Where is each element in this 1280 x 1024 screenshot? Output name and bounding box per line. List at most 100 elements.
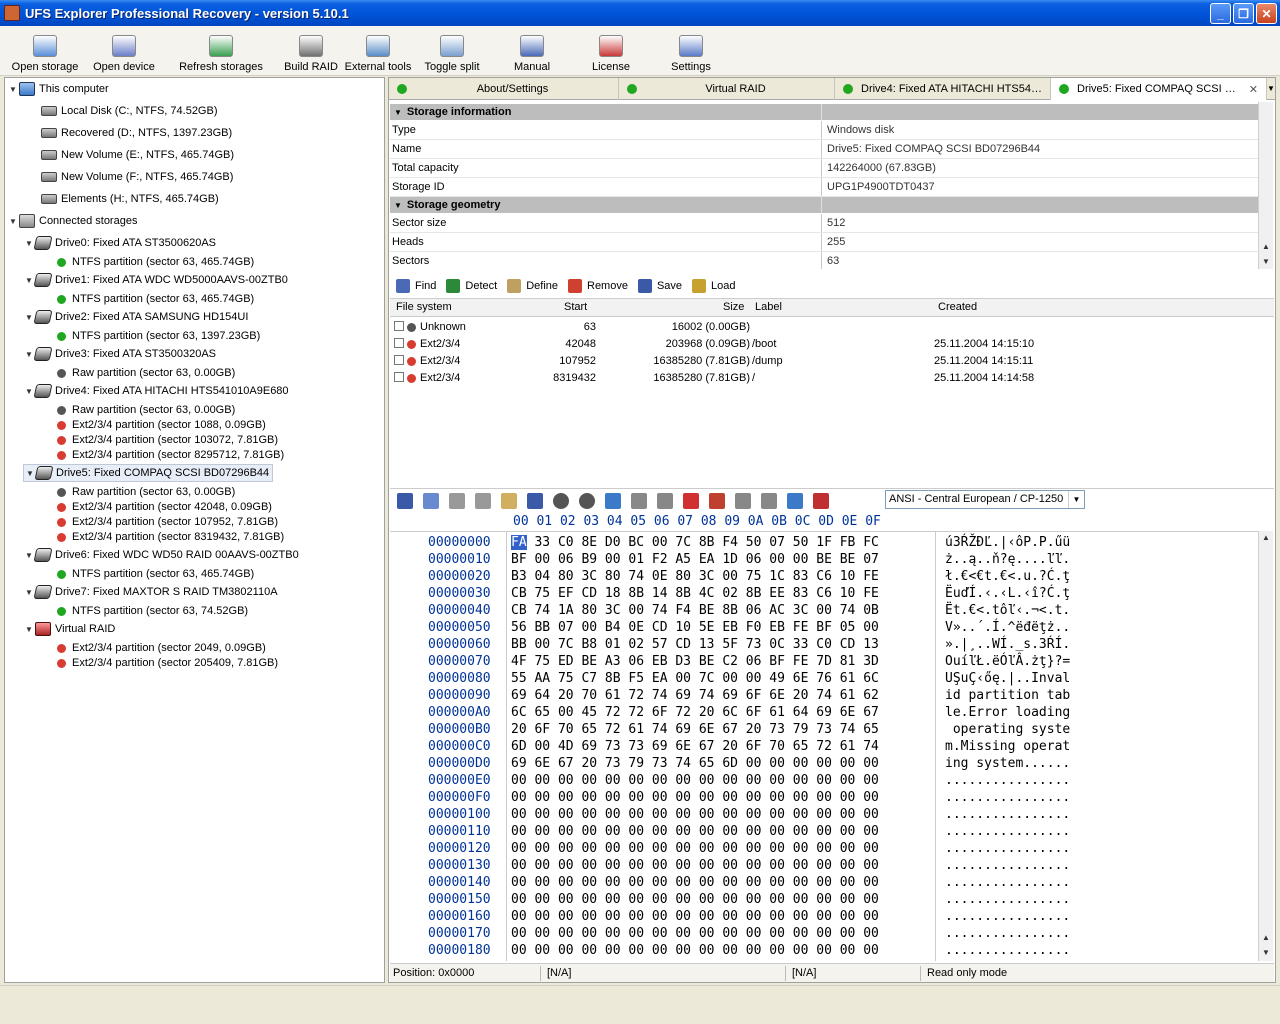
save-icon[interactable] [397,492,413,509]
encoding-select[interactable]: ANSI - Central European / CP-1250 ▼ [885,490,1085,509]
toolbar-button-license[interactable]: License [572,26,650,76]
scroll-up-icon[interactable]: ▲ [1259,931,1273,945]
tab-close-icon[interactable]: ✕ [1249,83,1258,96]
find-icon[interactable] [527,492,543,509]
tree-drive[interactable]: ▼ Drive6: Fixed WDC WD50 RAID 00AAVS-00ZT… [23,546,299,564]
save-button[interactable]: Save [637,279,682,293]
scroll-down-icon[interactable]: ▼ [1259,255,1273,269]
property-row[interactable]: Storage ID UPG1P4900TDT0437 [390,178,1258,197]
tree-volume[interactable]: New Volume (E:, NTFS, 465.74GB) [41,146,234,164]
tree-drive[interactable]: ▼ Drive7: Fixed MAXTOR S RAID TM3802110A [23,583,278,601]
expand-toggle-icon[interactable]: ▼ [23,625,35,634]
collapse-icon[interactable]: ▼ [394,201,402,210]
tree-partition[interactable]: NTFS partition (sector 63, 465.74GB) [57,290,254,308]
toolbar-button-open-device[interactable]: Open device [84,26,164,76]
property-row[interactable]: Name Drive5: Fixed COMPAQ SCSI BD07296B44 [390,140,1258,159]
property-row[interactable]: Total capacity 142264000 (67.83GB) [390,159,1258,178]
col-start[interactable]: Start [564,301,587,313]
find-button[interactable]: Find [396,279,436,293]
hex-view[interactable]: 00000000 FA 33 C0 8E D0 BC 00 7C 8B F4 50… [390,531,1258,961]
partition-checkbox[interactable] [394,338,404,348]
detect-button[interactable]: Detect [446,279,497,293]
sync-icon[interactable] [787,492,803,509]
col-created[interactable]: Created [938,301,977,313]
tree-drive[interactable]: ▼ Drive1: Fixed ATA WDC WD5000AAVS-00ZTB0 [23,271,288,289]
col-size[interactable]: Size [723,301,744,313]
load-button[interactable]: Load [692,279,736,293]
select-all-icon[interactable] [423,492,439,509]
scroll-up-icon[interactable]: ▲ [1259,240,1273,254]
forward-icon[interactable] [579,492,595,509]
tree-this-computer[interactable]: ▼ This computer [7,80,109,98]
prev-block-icon[interactable] [631,492,647,509]
define-button[interactable]: Define [507,279,558,293]
partition-checkbox[interactable] [394,355,404,365]
flag-icon[interactable] [683,492,699,509]
storage-geometry-group[interactable]: ▼ Storage geometry [390,197,1258,213]
property-row[interactable]: Type Windows disk [390,121,1258,140]
col-label[interactable]: Label [755,301,782,313]
property-row[interactable]: Heads 255 [390,233,1258,252]
tree-drive[interactable]: ▼ Drive4: Fixed ATA HITACHI HTS541010A9E6… [23,382,289,400]
properties-scrollbar[interactable]: ▲ ▼ [1258,102,1273,269]
partition-checkbox[interactable] [394,372,404,382]
property-row[interactable]: Sector size 512 [390,214,1258,233]
hex-cursor[interactable]: FA [511,535,527,550]
next-block-icon[interactable] [657,492,673,509]
toolbar-button-refresh-storages[interactable]: Refresh storages [164,26,278,76]
tab-0[interactable]: About/Settings [389,78,619,100]
edit-icon[interactable] [813,492,829,509]
copy-icon[interactable] [449,492,465,509]
scroll-up-icon[interactable]: ▲ [1259,531,1273,545]
tree-drive[interactable]: ▼ Virtual RAID [23,620,115,638]
tree-drive[interactable]: ▼ Drive2: Fixed ATA SAMSUNG HD154UI [23,308,248,326]
toolbar-button-open-storage[interactable]: Open storage [6,26,84,76]
storage-information-group[interactable]: ▼ Storage information [390,104,1258,120]
tree-connected-storages[interactable]: ▼ Connected storages [7,212,137,230]
remove-button[interactable]: Remove [568,279,628,293]
tab-3[interactable]: Drive5: Fixed COMPAQ SCSI BD... ✕ [1051,78,1267,100]
tree-volume[interactable]: Recovered (D:, NTFS, 1397.23GB) [41,124,232,142]
close-button[interactable]: ✕ [1256,3,1277,24]
tree-partition[interactable]: NTFS partition (sector 63, 1397.23GB) [57,327,260,345]
tree-drive[interactable]: ▼ Drive0: Fixed ATA ST3500620AS [23,234,216,252]
restore-button[interactable]: ❐ [1233,3,1254,24]
tree-partition[interactable]: NTFS partition (sector 63, 465.74GB) [57,565,254,583]
partition-row[interactable]: Ext2/3/4 107952 16385280 (7.81GB)/dump 25.1… [390,353,1274,370]
toolbar-button-manual[interactable]: Manual [492,26,572,76]
expand-toggle-icon[interactable]: ▼ [7,85,19,94]
partition-row[interactable]: Ext2/3/4 8319432 16385280 (7.81GB)/ 25.11.2… [390,370,1274,387]
collapse-icon[interactable]: ▼ [394,108,402,117]
hex-scrollbar[interactable]: ▲ ▲ ▼ [1258,531,1273,961]
tree-partition[interactable]: Ext2/3/4 partition (sector 205409, 7.81G… [57,654,278,672]
partition-checkbox[interactable] [394,321,404,331]
chevron-down-icon[interactable]: ▼ [1068,491,1084,508]
tree-volume[interactable]: Local Disk (C:, NTFS, 74.52GB) [41,102,218,120]
next-sector-icon[interactable] [761,492,777,509]
expand-toggle-icon[interactable]: ▼ [7,217,19,226]
tree-partition[interactable]: Ext2/3/4 partition (sector 8319432, 7.81… [57,528,284,546]
paste-icon[interactable] [501,492,517,509]
tree-drive[interactable]: ▼ Drive5: Fixed COMPAQ SCSI BD07296B44 [23,464,274,482]
tab-menu-icon[interactable]: ▼ [1267,78,1275,99]
back-icon[interactable] [553,492,569,509]
toolbar-button-settings[interactable]: Settings [650,26,732,76]
tree-partition[interactable]: NTFS partition (sector 63, 74.52GB) [57,602,248,620]
scroll-down-icon[interactable]: ▼ [1259,946,1273,960]
partition-row[interactable]: Unknown 63 16002 (0.00GB) [390,319,1274,336]
tree-partition[interactable]: NTFS partition (sector 63, 465.74GB) [57,253,254,271]
tree-volume[interactable]: New Volume (F:, NTFS, 465.74GB) [41,168,233,186]
tree-volume[interactable]: Elements (H:, NTFS, 465.74GB) [41,190,219,208]
bookmark-icon[interactable] [709,492,725,509]
prev-sector-icon[interactable] [735,492,751,509]
minimize-button[interactable]: _ [1210,3,1231,24]
tab-1[interactable]: Virtual RAID [619,78,835,100]
toolbar-button-external-tools[interactable]: External tools [344,26,412,76]
copy-hex-icon[interactable] [475,492,491,509]
tree-partition[interactable]: Ext2/3/4 partition (sector 8295712, 7.81… [57,446,284,464]
tree-partition[interactable]: Raw partition (sector 63, 0.00GB) [57,364,235,382]
partition-row[interactable]: Ext2/3/4 42048 203968 (0.09GB)/boot 25.11.2… [390,336,1274,353]
col-file-system[interactable]: File system [396,301,452,313]
property-row[interactable]: Sectors 63 [390,252,1258,269]
toolbar-button-toggle-split[interactable]: Toggle split [412,26,492,76]
